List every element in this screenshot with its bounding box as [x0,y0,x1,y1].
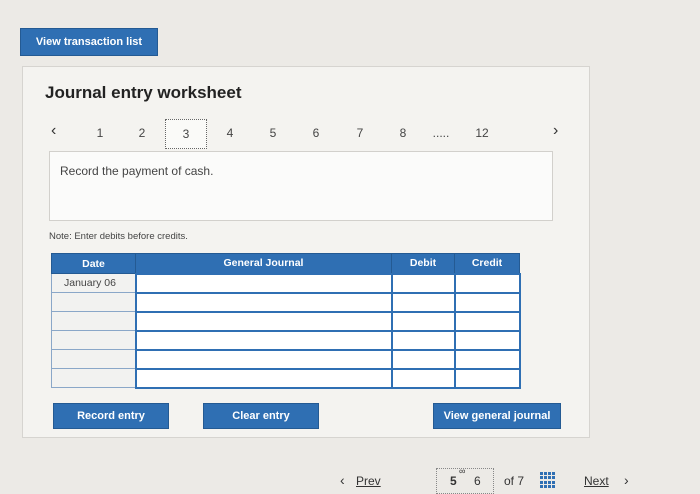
prev-link[interactable]: Prev [356,474,381,488]
date-cell [51,311,136,331]
date-cell [51,330,136,350]
pager-item-7[interactable]: 7 [350,123,370,143]
pager-item-4[interactable]: 4 [220,123,240,143]
pager-item-3-active[interactable]: 3 [165,119,207,149]
date-cell [51,368,136,388]
credit-input[interactable] [453,329,521,351]
header-date: Date [51,253,136,274]
clear-entry-button[interactable]: Clear entry [203,403,319,429]
credit-input[interactable] [453,348,521,370]
worksheet-title: Journal entry worksheet [45,83,242,102]
account-input[interactable] [134,291,393,313]
table-row: January 06 [51,272,521,294]
pager-item-12[interactable]: 12 [472,123,492,143]
account-input[interactable] [134,310,393,332]
journal-table: Date General Journal Debit Credit Januar… [51,253,521,389]
credit-input[interactable] [453,367,521,389]
page-6-link[interactable]: 6 [474,474,481,488]
journal-entry-worksheet: Journal entry worksheet ‹ 1 2 3 4 5 6 7 … [22,66,590,438]
prompt-text: Record the payment of cash. [60,164,214,178]
account-input[interactable] [134,329,393,351]
pager-next-icon[interactable]: › [553,122,558,140]
note-text: Note: Enter debits before credits. [49,231,188,242]
date-cell: January 06 [51,273,136,293]
account-input[interactable] [134,348,393,370]
entry-pager: ‹ 1 2 3 4 5 6 7 8 ..... 12 › [23,119,591,149]
record-entry-button[interactable]: Record entry [53,403,169,429]
pager-prev-icon[interactable]: ‹ [51,122,56,140]
pager-item-8[interactable]: 8 [393,123,413,143]
pager-item-6[interactable]: 6 [306,123,326,143]
current-page: 5 [450,474,457,488]
next-link[interactable]: Next [584,474,609,488]
pager-ellipsis: ..... [432,126,450,140]
header-debit: Debit [391,253,455,274]
table-row [51,348,521,370]
next-chevron-icon[interactable]: › [624,472,629,488]
footer-navigation: ‹ Prev ∞ 5 6 of 7 Next › [0,466,700,494]
table-row [51,310,521,332]
credit-input[interactable] [453,272,521,294]
pager-item-1[interactable]: 1 [90,123,110,143]
credit-input[interactable] [453,291,521,313]
prev-chevron-icon[interactable]: ‹ [340,472,345,488]
grid-menu-icon[interactable] [540,472,556,488]
account-input[interactable] [134,272,393,294]
date-cell [51,292,136,312]
header-general-journal: General Journal [135,253,392,274]
table-row [51,367,521,389]
header-credit: Credit [454,253,520,274]
table-row [51,329,521,351]
view-general-journal-button[interactable]: View general journal [433,403,561,429]
debit-input[interactable] [390,310,456,332]
prompt-box: Record the payment of cash. [49,151,553,221]
debit-input[interactable] [390,291,456,313]
account-input[interactable] [134,367,393,389]
table-row [51,291,521,313]
view-transaction-list-button[interactable]: View transaction list [20,28,158,56]
credit-input[interactable] [453,310,521,332]
debit-input[interactable] [390,272,456,294]
pager-item-2[interactable]: 2 [132,123,152,143]
page-total: of 7 [504,474,525,488]
date-cell [51,349,136,369]
link-icon: ∞ [459,466,466,476]
debit-input[interactable] [390,367,456,389]
pager-item-5[interactable]: 5 [263,123,283,143]
debit-input[interactable] [390,348,456,370]
debit-input[interactable] [390,329,456,351]
